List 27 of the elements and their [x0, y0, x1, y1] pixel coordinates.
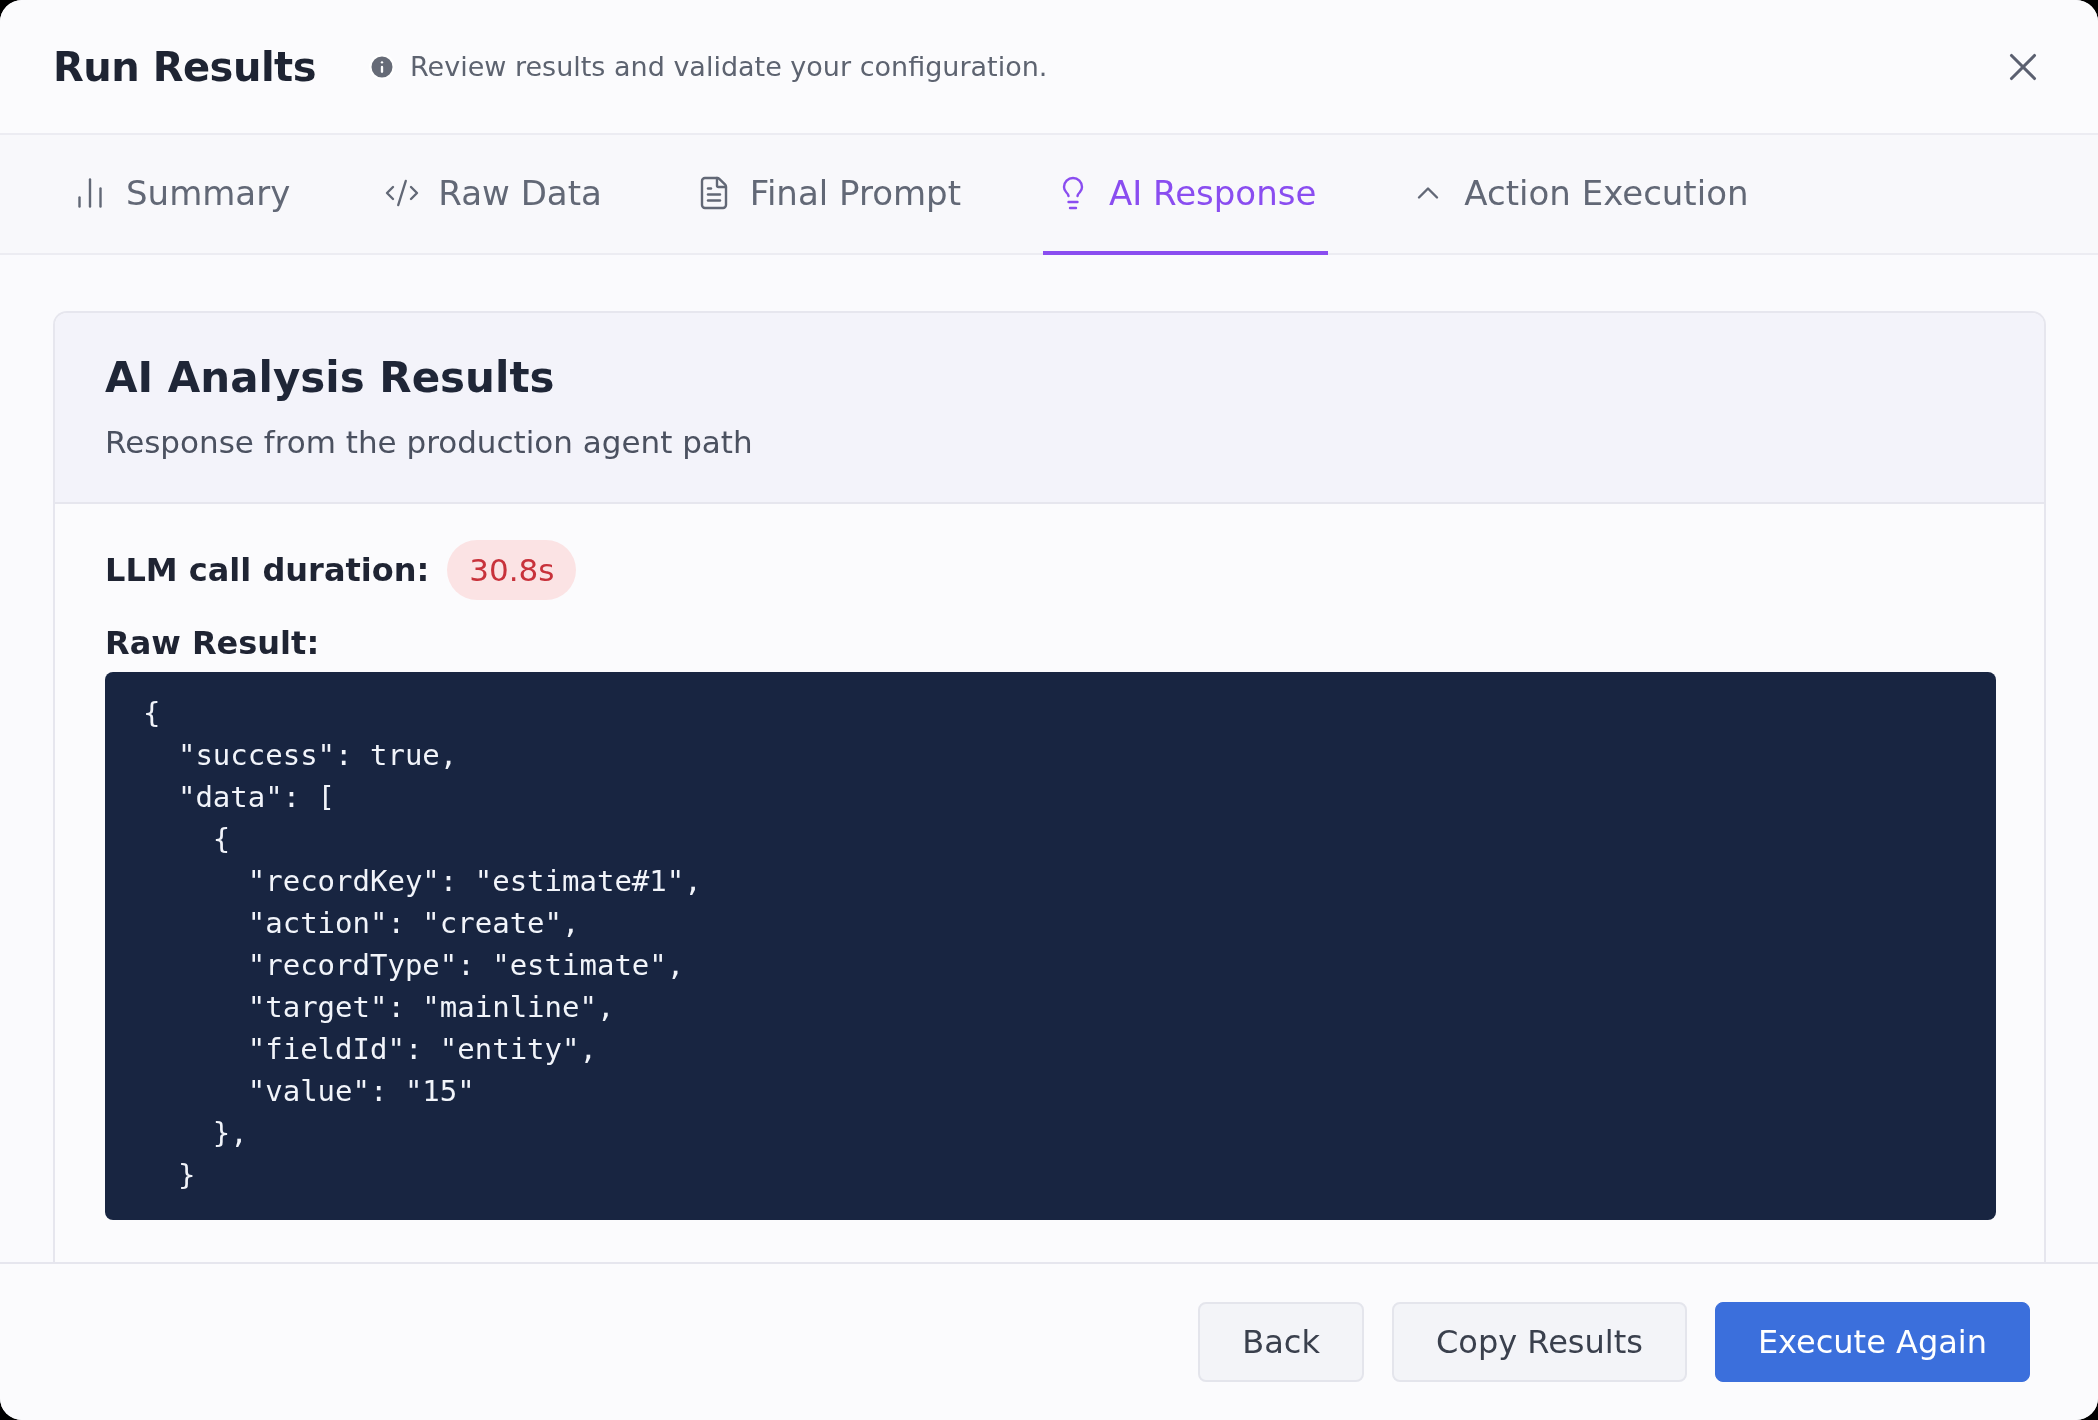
tab[interactable]: Summary — [60, 135, 303, 255]
tab[interactable]: Final Prompt — [683, 135, 973, 255]
code-line: "recordType": "estimate", — [246, 947, 686, 984]
card-title: AI Analysis Results — [105, 353, 556, 402]
code-line: "data": [ — [176, 779, 337, 816]
code-line: { — [211, 821, 232, 858]
duration-badge: 30.8s — [447, 540, 577, 600]
tab[interactable]: Action Execution — [1398, 135, 1761, 255]
tab[interactable]: Raw Data — [372, 135, 614, 255]
code-line: "value": "15" — [246, 1073, 476, 1110]
code-line: "fieldId": "entity", — [246, 1031, 598, 1068]
duration-label: LLM call duration: — [105, 551, 430, 589]
primary-button[interactable]: Execute Again — [1714, 1302, 2030, 1382]
tab[interactable]: AI Response — [1042, 135, 1329, 255]
code-line: "action": "create", — [246, 905, 581, 942]
secondary-button[interactable]: Copy Results — [1392, 1302, 1687, 1382]
code-line: }, — [211, 1115, 249, 1152]
dialog-title: Run Results — [53, 43, 317, 90]
card-description: Response from the production agent path — [105, 424, 754, 460]
code-line: { — [143, 695, 162, 732]
code-line: } — [176, 1157, 197, 1194]
raw-result-label: Raw Result: — [105, 624, 321, 662]
dialog-subtitle: Review results and validate your configuration. — [410, 51, 1048, 82]
code-line: "recordKey": "estimate#1", — [246, 863, 703, 900]
code-line: "target": "mainline", — [246, 989, 616, 1026]
secondary-button[interactable]: Back — [1198, 1302, 1364, 1382]
code-line: "success": true, — [176, 737, 459, 774]
